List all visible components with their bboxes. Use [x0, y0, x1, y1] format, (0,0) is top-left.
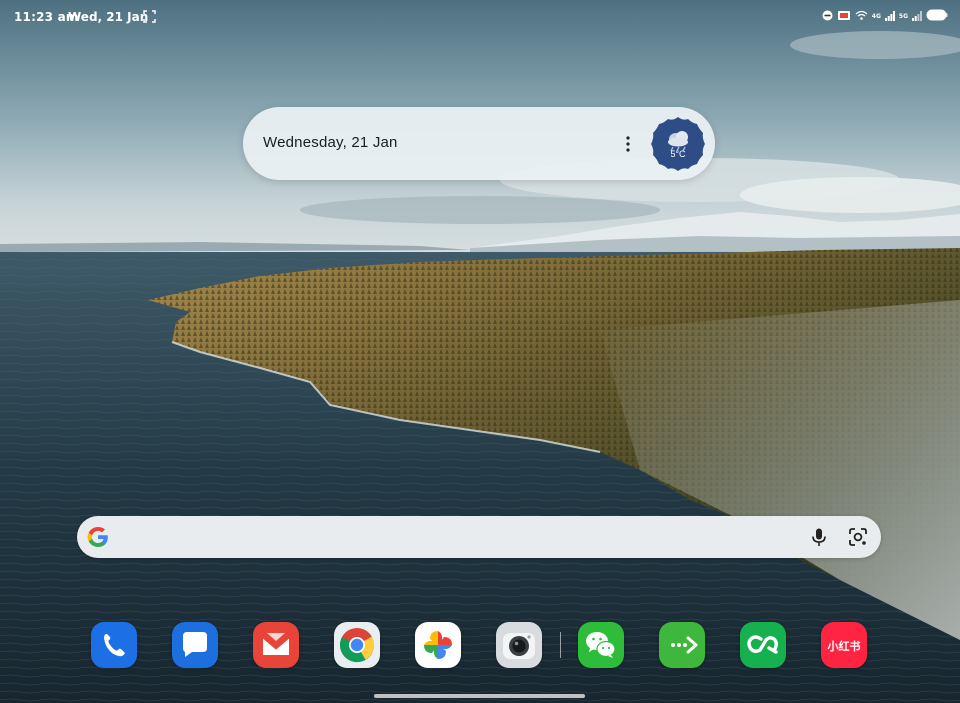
google-logo-icon[interactable]	[86, 525, 110, 553]
dock-app-chrome[interactable]	[334, 622, 380, 668]
weather-temperature: 5°C	[670, 149, 686, 159]
infinity-icon	[740, 622, 786, 668]
mail-icon	[253, 622, 299, 668]
weather-badge-shape	[651, 117, 705, 171]
dock-app-messages[interactable]	[172, 622, 218, 668]
date-weather-widget[interactable]: Wednesday, 21 Jan 5°C	[243, 107, 715, 180]
messages-icon	[172, 622, 218, 668]
phone-icon	[91, 622, 137, 668]
signal-icon	[884, 10, 895, 24]
dock-divider	[560, 632, 561, 658]
battery-icon	[926, 9, 948, 24]
wechat-icon	[578, 622, 624, 668]
gesture-navigation-handle[interactable]	[374, 694, 585, 698]
network-type-label: 4G	[871, 13, 881, 20]
dock-app-camera[interactable]	[496, 622, 542, 668]
photos-icon	[415, 622, 461, 668]
weather-badge[interactable]: 5°C	[649, 115, 707, 173]
dock-app-wechat[interactable]	[578, 622, 624, 668]
camera-icon	[496, 622, 542, 668]
status-date: Wed, 21 Jan	[68, 10, 149, 24]
status-icons: 4G 5G	[822, 9, 948, 24]
more-options-icon[interactable]	[622, 134, 634, 154]
wifi-icon	[855, 10, 868, 24]
dock-app-infinity[interactable]	[740, 622, 786, 668]
cast-icon	[837, 10, 851, 24]
network-type-label-2: 5G	[898, 13, 908, 20]
wallpaper-image	[0, 0, 960, 703]
transfer-icon	[659, 622, 705, 668]
google-search-bar[interactable]	[77, 516, 881, 558]
dock-app-file-transfer[interactable]	[659, 622, 705, 668]
google-lens-icon[interactable]	[848, 527, 868, 551]
dock-app-mail[interactable]	[253, 622, 299, 668]
screenshot-icon	[143, 10, 156, 26]
dock-app-photos[interactable]	[415, 622, 461, 668]
dock-app-phone[interactable]	[91, 622, 137, 668]
signal-icon-2	[912, 10, 922, 24]
xiaohongshu-icon: 小红书	[821, 622, 867, 668]
chrome-icon	[334, 622, 380, 668]
widget-date-text[interactable]: Wednesday, 21 Jan	[263, 134, 398, 151]
dock-app-xiaohongshu[interactable]: 小红书	[821, 622, 867, 668]
voice-search-icon[interactable]	[809, 527, 829, 551]
xiaohongshu-label: 小红书	[827, 639, 861, 653]
status-bar: 11:23 am Wed, 21 Jan 4G 5G	[0, 0, 960, 34]
search-input[interactable]	[121, 522, 785, 554]
do-not-disturb-icon	[822, 10, 833, 24]
